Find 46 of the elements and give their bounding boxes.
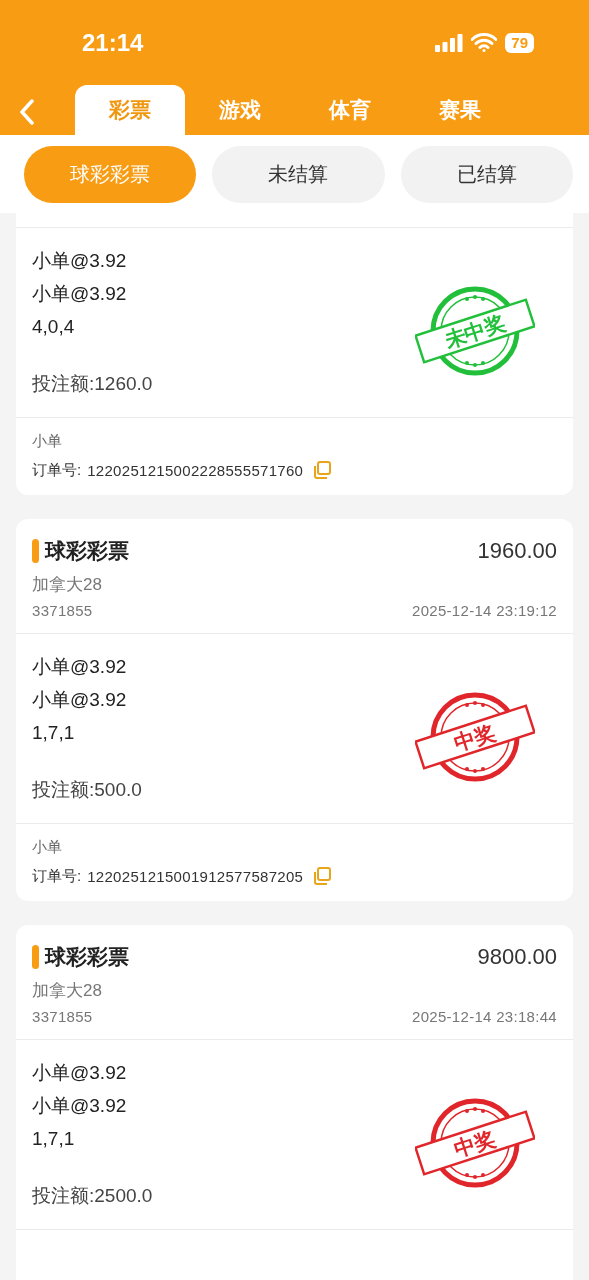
bet-line: 小单@3.92 [32,282,128,306]
bet-type: 小单 [32,838,63,857]
accent-bar [32,945,39,969]
copy-icon[interactable] [311,865,334,887]
order-amount: 9800.00 [477,944,557,970]
stake-amount: 投注额:1260.0 [32,372,153,396]
bet-line: 4,0,4 [32,315,76,339]
signal-icon [435,33,464,52]
filter-pill[interactable]: 已结算 [400,146,573,203]
order-title: 球彩彩票 [45,944,130,970]
status-time: 21:14 [82,28,144,57]
game-name: 加拿大28 [32,980,103,1002]
issue-number: 3371855 [32,1008,93,1025]
order-number-label: 订单号: [32,460,82,480]
category-tab[interactable]: 赛果 [405,85,515,135]
bet-line: 小单@3.92 [32,1094,128,1118]
bet-line: 小单@3.92 [32,249,128,273]
order-time: 2025-12-14 23:19:12 [412,602,557,619]
accent-bar [32,539,39,563]
order-number: 1220251215002228555571760 [87,461,304,479]
category-tab[interactable]: 彩票 [75,85,185,135]
filter-pill[interactable]: 未结算 [212,146,385,203]
bet-line: 小单@3.92 [32,688,128,712]
bet-line: 小单@3.92 [32,1061,128,1085]
order-time: 2025-12-14 23:18:44 [412,1008,557,1025]
bet-line: 1,7,1 [32,1127,76,1151]
filter-pill[interactable]: 球彩彩票 [24,146,197,203]
stake-amount: 投注额:500.0 [32,778,142,802]
category-tab[interactable]: 体育 [295,85,405,135]
bet-type: 小单 [32,432,63,451]
game-name: 加拿大28 [32,574,103,596]
order-number-label: 订单号: [32,866,82,886]
order-number: 1220251215001912577587205 [87,867,304,885]
chevron-left-icon [20,99,34,125]
issue-number: 3371855 [32,602,93,619]
bet-line: 1,7,1 [32,721,76,745]
copy-icon[interactable] [311,459,334,481]
bet-line: 小单@3.92 [32,655,128,679]
battery-indicator: 79 [505,32,534,53]
category-tab[interactable]: 游戏 [185,85,295,135]
wifi-icon [471,33,498,52]
order-title: 球彩彩票 [45,538,130,564]
order-amount: 1960.00 [477,538,557,564]
copy-squares-icon [312,460,333,480]
copy-squares-icon [312,866,333,886]
stake-amount: 投注额:2500.0 [32,1184,153,1208]
